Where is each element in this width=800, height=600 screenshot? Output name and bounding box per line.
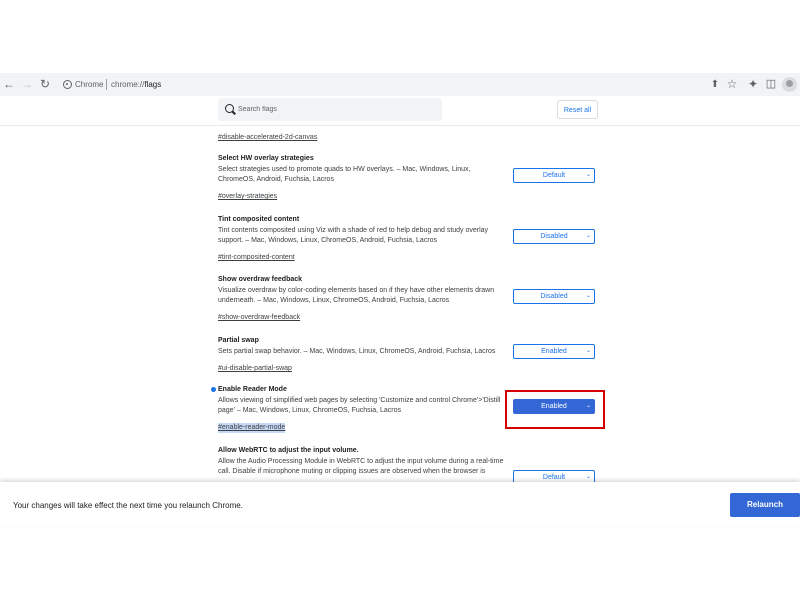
arrow-forward-icon[interactable]: → bbox=[20, 73, 34, 96]
flag-description-line: Allows viewing of simplified web pages b… bbox=[218, 397, 501, 404]
flag-select[interactable]: Enabled ⌄ bbox=[513, 344, 595, 359]
flag-description-line: page' – Mac, Windows, Linux, ChromeOS, F… bbox=[218, 407, 402, 414]
relaunch-bar: Your changes will take effect the next t… bbox=[0, 482, 800, 526]
flag-description-line: ChromeOS, Android, Fuchsia, Lacros bbox=[218, 176, 334, 183]
flag-title: Tint composited content bbox=[218, 216, 300, 223]
chevron-down-icon: ⌄ bbox=[585, 348, 591, 354]
search-icon bbox=[225, 104, 234, 113]
flag-description-line: Tint contents composited using Viz with … bbox=[218, 227, 489, 234]
flag-link[interactable]: #overlay-strategies bbox=[218, 192, 277, 202]
flag-link[interactable]: #tint-composited-content bbox=[218, 253, 295, 263]
flag-title: Select HW overlay strategies bbox=[218, 155, 314, 162]
flag-select[interactable]: Default ⌄ bbox=[513, 168, 595, 183]
flag-entry: Tint composited content Tint contents co… bbox=[218, 215, 508, 264]
flag-description-line: support. – Mac, Windows, Linux, ChromeOS… bbox=[218, 237, 438, 244]
chevron-down-icon: ⌄ bbox=[585, 172, 591, 178]
relaunch-message: Your changes will take effect the next t… bbox=[13, 501, 243, 510]
share-icon[interactable]: ⬆ bbox=[708, 73, 722, 96]
flag-description: Sets partial swap behavior. – Mac, Windo… bbox=[218, 347, 508, 357]
flag-select-value: Disabled bbox=[540, 293, 568, 300]
url-scheme: chrome:// bbox=[111, 80, 145, 89]
flag-entry: #disable-accelerated-2d-canvas bbox=[218, 126, 508, 144]
flag-description: Allow the Audio Processing Module in Web… bbox=[218, 457, 508, 477]
chrome-site-icon bbox=[63, 80, 72, 89]
flag-description-line: underneath. – Mac, Windows, Linux, Chrom… bbox=[218, 297, 450, 304]
arrow-back-icon[interactable]: ← bbox=[2, 73, 16, 96]
flag-entry: Enable Reader Mode Allows viewing of sim… bbox=[218, 385, 508, 434]
flag-link[interactable]: #ui-disable-partial-swap bbox=[218, 364, 292, 374]
search-input[interactable] bbox=[238, 98, 433, 121]
flag-title: Enable Reader Mode bbox=[218, 386, 287, 393]
flag-description-line: call. Disable if microphone muting or cl… bbox=[218, 468, 486, 475]
flag-description-line: Sets partial swap behavior. – Mac, Windo… bbox=[218, 348, 496, 355]
omnibox-separator bbox=[106, 79, 107, 90]
flag-entry: Allow WebRTC to adjust the input volume.… bbox=[218, 446, 508, 477]
flag-select-value: Default bbox=[542, 172, 566, 179]
chevron-down-icon: ⌄ bbox=[585, 233, 591, 239]
url-path: flags bbox=[144, 80, 162, 89]
reload-icon[interactable]: ↻ bbox=[38, 73, 52, 96]
modified-flag-indicator bbox=[211, 387, 216, 392]
flag-title: Show overdraw feedback bbox=[218, 276, 303, 283]
flag-entry: Select HW overlay strategies Select stra… bbox=[218, 154, 508, 203]
flag-description: Tint contents composited using Viz with … bbox=[218, 226, 508, 246]
flag-link[interactable]: #disable-accelerated-2d-canvas bbox=[218, 133, 317, 143]
flag-description: Visualize overdraw by color-coding eleme… bbox=[218, 286, 508, 306]
site-chip-label: Chrome bbox=[75, 80, 104, 89]
browser-toolbar: ← → ↻ Chrome chrome://flags ⬆ ☆ ✦ ◫ bbox=[0, 73, 800, 96]
relaunch-button[interactable]: Relaunch bbox=[730, 493, 800, 517]
flag-title: Allow WebRTC to adjust the input volume. bbox=[218, 447, 359, 454]
omnibox[interactable]: Chrome chrome://flags bbox=[58, 75, 694, 94]
reset-all-button[interactable]: Reset all bbox=[557, 100, 598, 119]
flag-select-value: Disabled bbox=[540, 233, 568, 240]
profile-avatar[interactable] bbox=[782, 77, 797, 92]
flag-entry: Partial swap Sets partial swap behavior.… bbox=[218, 336, 508, 375]
flag-description-line: Allow the Audio Processing Module in Web… bbox=[218, 458, 504, 465]
flag-title: Partial swap bbox=[218, 337, 259, 344]
search-flags-box[interactable] bbox=[218, 98, 442, 121]
flag-description: Select strategies used to promote quads … bbox=[218, 165, 508, 185]
flag-link[interactable]: #enable-reader-mode bbox=[218, 423, 286, 433]
flag-link[interactable]: #show-overdraw-feedback bbox=[218, 313, 300, 323]
flag-entry: Show overdraw feedback Visualize overdra… bbox=[218, 275, 508, 324]
flag-select-value: Enabled bbox=[541, 348, 567, 355]
flag-select-value: Default bbox=[542, 474, 566, 481]
flag-select[interactable]: Disabled ⌄ bbox=[513, 229, 595, 244]
star-icon[interactable]: ☆ bbox=[725, 73, 739, 96]
side-panel-icon[interactable]: ◫ bbox=[764, 73, 778, 96]
chevron-down-icon: ⌄ bbox=[585, 293, 591, 299]
extensions-icon[interactable]: ✦ bbox=[746, 73, 760, 96]
flag-select[interactable]: Disabled ⌄ bbox=[513, 289, 595, 304]
flag-description-line: Select strategies used to promote quads … bbox=[218, 166, 471, 173]
flag-description-line: Visualize overdraw by color-coding eleme… bbox=[218, 287, 495, 294]
url-text[interactable]: chrome://flags bbox=[111, 75, 161, 94]
flag-description: Allows viewing of simplified web pages b… bbox=[218, 396, 508, 416]
highlight-annotation-box bbox=[505, 390, 605, 429]
